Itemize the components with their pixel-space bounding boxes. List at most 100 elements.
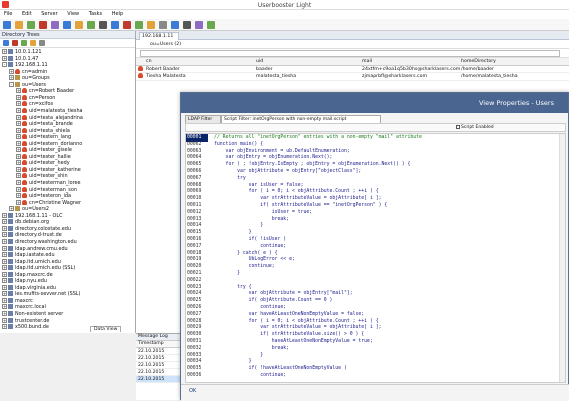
expand-icon[interactable]: + [2,291,7,297]
toolbar-button-icon[interactable] [183,21,191,29]
expand-icon[interactable]: + [2,212,7,218]
expand-icon[interactable]: + [2,265,7,271]
expand-icon[interactable]: + [16,199,21,205]
expand-icon[interactable]: + [16,88,21,94]
toolbar-button-icon[interactable] [63,21,71,29]
expand-icon[interactable]: + [9,206,14,212]
tree-tool-icon[interactable] [3,40,9,46]
expand-icon[interactable]: + [16,101,21,107]
menu-view[interactable]: View [63,10,83,18]
ok-button[interactable]: OK [189,388,196,394]
expand-icon[interactable]: + [2,245,7,251]
tree-item-label: uid=testerman_loree [29,180,81,186]
toolbar-button-icon[interactable] [195,21,203,29]
tab-data-view[interactable]: Data View [90,326,122,332]
toolbar-button-icon[interactable] [147,21,155,29]
toolbar-button-icon[interactable] [123,21,131,29]
collapse-icon[interactable]: - [2,62,7,68]
expand-icon[interactable]: + [9,68,14,74]
expand-icon[interactable]: + [16,186,21,192]
tab-server[interactable]: 192.168.1.11 [139,32,179,40]
column-homedirectory[interactable]: homeDirectory [461,58,496,66]
expand-icon[interactable]: + [2,284,7,290]
toolbar-button-icon[interactable] [207,21,215,29]
expand-icon[interactable]: + [16,114,21,120]
tab-ldap-filter[interactable]: LDAP Filter [185,115,221,123]
toolbar-button-icon[interactable] [3,21,11,29]
toolbar-button-icon[interactable] [87,21,95,29]
expand-icon[interactable]: + [9,75,14,81]
tab-script-filter[interactable]: Script Filter: inetOrgPerson with non-em… [221,115,381,123]
expand-icon[interactable]: + [16,134,21,140]
search-input[interactable] [140,50,560,57]
table-row[interactable]: Tiesha Malatesta malatesta_tiesha zjmapr… [136,73,569,81]
script-enabled-checkbox[interactable] [456,124,460,129]
script-toolbar: Script Enabled [185,123,566,132]
tree-tool-icon[interactable] [21,40,27,46]
tree-item-label: uid=malatesta_tiesha [29,107,83,114]
toolbar-button-icon[interactable] [135,21,143,29]
script-editor[interactable]: 00001// Returns all "inetOrgPerson" entr… [185,133,566,383]
user-icon [22,134,27,140]
menu-file[interactable]: File [0,10,16,18]
expand-icon[interactable]: + [2,252,7,258]
expand-icon[interactable]: + [2,311,7,316]
toolbar-button-icon[interactable] [99,21,107,29]
toolbar-button-icon[interactable] [39,21,47,29]
tree-item-label: ou=Users [22,81,46,88]
server-icon [8,62,13,68]
expand-icon[interactable]: + [2,232,7,238]
toolbar-button-icon[interactable] [51,21,59,29]
toolbar-button-icon[interactable] [159,21,167,29]
expand-icon[interactable]: + [2,317,7,323]
expand-icon[interactable]: + [16,180,21,185]
toolbar-button-icon[interactable] [75,21,83,29]
tree-item-label: uid=tester_hallie [29,153,71,160]
table-row[interactable]: Robert Baader baader 24xtfm+c9oa1q5b30hs… [136,65,569,73]
tree-tool-icon[interactable] [39,40,45,46]
expand-icon[interactable]: + [2,258,7,264]
code-line[interactable]: 00036 continue; [186,372,565,380]
expand-icon[interactable]: + [2,238,7,244]
address-path[interactable]: ou=Users [150,42,173,47]
expand-icon[interactable]: + [16,94,21,100]
expand-icon[interactable]: + [16,140,21,146]
expand-icon[interactable]: + [16,166,21,172]
toolbar-button-icon[interactable] [15,21,23,29]
dialog-title: View Properties - Users [181,93,568,113]
column-mail[interactable]: mail [362,58,372,66]
column-cn[interactable]: cn [146,58,152,66]
expand-icon[interactable]: + [16,153,21,159]
expand-icon[interactable]: + [16,107,21,113]
tree-tool-icon[interactable] [12,40,18,46]
expand-icon[interactable]: + [2,49,7,54]
expand-icon[interactable]: + [2,219,7,225]
expand-icon[interactable]: + [16,160,21,166]
toolbar-button-icon[interactable] [171,21,179,29]
toolbar-button-icon[interactable] [111,21,119,29]
menu-tasks[interactable]: Tasks [85,10,106,18]
expand-icon[interactable]: + [16,173,21,179]
tree-item-label: cn=Robert Baader [29,88,75,95]
menu-edit[interactable]: Edit [18,10,36,18]
collapse-icon[interactable]: - [9,81,14,87]
address-bar[interactable]: ou=Users (2) [136,40,569,49]
menu-help[interactable]: Help [108,10,127,18]
server-icon [8,271,13,277]
expand-icon[interactable]: + [16,127,21,133]
expand-icon[interactable]: + [2,271,7,277]
expand-icon[interactable]: + [2,304,7,310]
expand-icon[interactable]: + [16,147,21,153]
cell-cn: Robert Baader [146,66,180,72]
tree-tool-icon[interactable] [30,40,36,46]
expand-icon[interactable]: + [16,193,21,199]
expand-icon[interactable]: + [16,121,21,127]
expand-icon[interactable]: + [2,297,7,303]
expand-icon[interactable]: + [2,278,7,284]
user-icon [22,199,27,205]
toolbar-button-icon[interactable] [27,21,35,29]
expand-icon[interactable]: + [2,55,7,61]
column-uid[interactable]: uid [256,58,263,66]
menu-server[interactable]: Server [37,10,61,18]
expand-icon[interactable]: + [2,225,7,231]
